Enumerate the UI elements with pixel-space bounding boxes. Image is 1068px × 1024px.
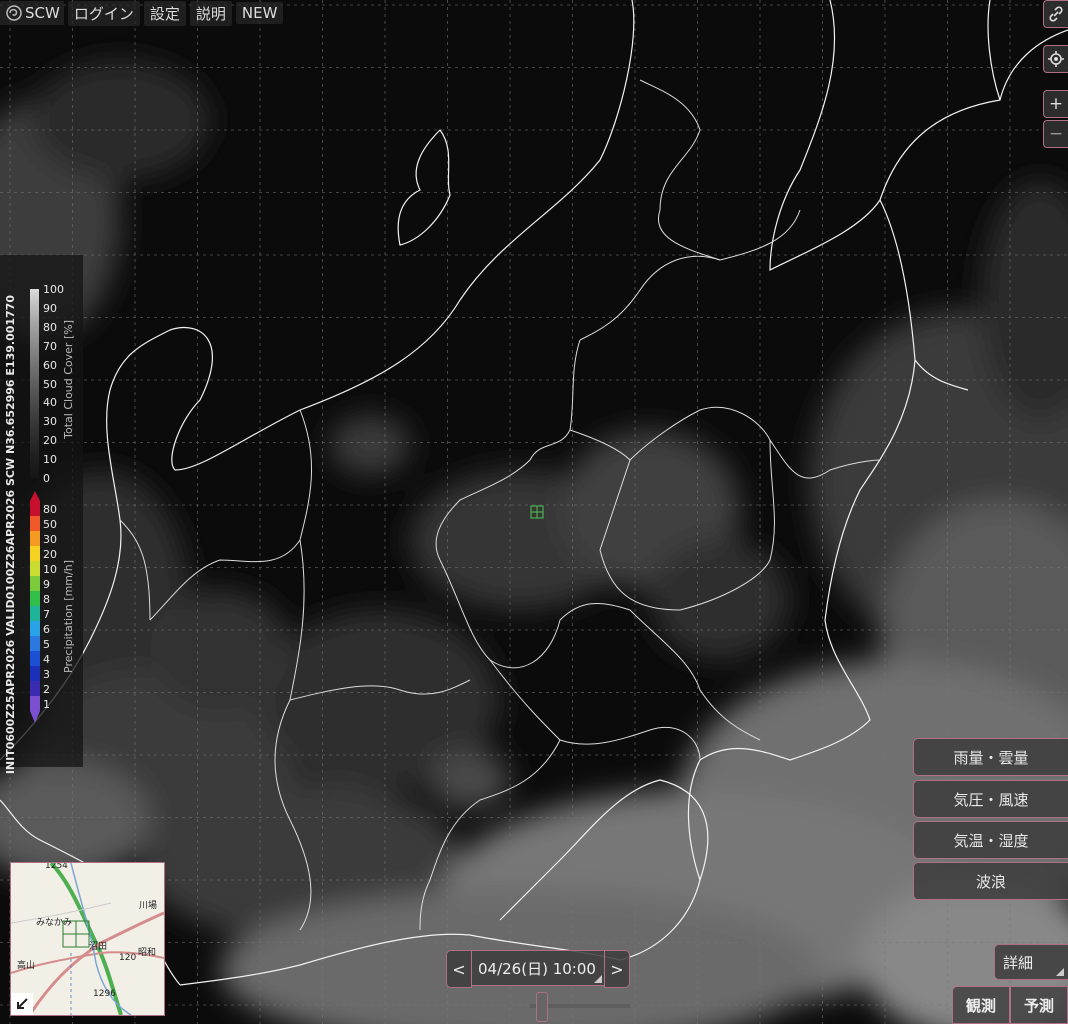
precip-bottom-cap: [30, 711, 40, 723]
cloud-tick-label: 30: [43, 415, 57, 429]
mode-tabs: 観測 予測: [952, 986, 1068, 1024]
cloud-tick-label: 100: [43, 283, 64, 296]
precip-tick-label: 5: [43, 637, 50, 651]
precip-color-segment: [30, 531, 40, 547]
locate-button[interactable]: [1043, 45, 1068, 73]
cloud-cover-label: Total Cloud Cover [%]: [62, 320, 75, 439]
cloud-tick-label: 90: [43, 301, 57, 315]
dropdown-corner-icon: [594, 975, 602, 983]
legend-panel: INIT0600Z25APR2026 VALID0100Z26APR2026 S…: [0, 255, 83, 774]
zoom-in-button[interactable]: +: [1043, 90, 1068, 118]
link-icon: [1049, 6, 1063, 22]
minimap-label-120: 120: [119, 953, 137, 963]
settings-menu[interactable]: 設定: [143, 0, 186, 26]
precip-color-segment: [30, 576, 40, 592]
cloud-tick-label: 50: [43, 377, 57, 391]
precip-colorbar: [30, 491, 40, 723]
time-selector: < 04/26(日) 10:00 >: [446, 950, 630, 988]
precip-tick-label: 2: [43, 682, 50, 696]
precip-color-segment: [30, 501, 40, 517]
precip-color-segment: [30, 591, 40, 607]
minimap-label-1254: 1254: [45, 862, 68, 871]
precip-tick-label: 20: [43, 547, 57, 561]
precip-color-segment: [30, 681, 40, 697]
precip-tick-label: 9: [43, 577, 50, 591]
precip-color-segment: [30, 606, 40, 622]
dropdown-corner-icon: [1056, 968, 1064, 976]
precip-tick-label: 8: [43, 592, 50, 606]
scw-logo[interactable]: SCW: [0, 1, 64, 25]
logo-text: SCW: [25, 4, 60, 22]
new-menu[interactable]: NEW: [235, 2, 284, 24]
precip-tick-label: 30: [43, 532, 57, 546]
swirl-logo-icon: [6, 5, 22, 21]
cloud-tick-label: 40: [43, 396, 57, 410]
time-slider[interactable]: [530, 990, 630, 1022]
minimap-label-kawaba: 川場: [139, 901, 158, 911]
run-info-text: INIT0600Z25APR2026 VALID0100Z26APR2026 S…: [4, 295, 17, 775]
cloud-tick-label: 10: [43, 453, 57, 467]
arrow-down-left-icon: [17, 998, 28, 1009]
share-link-button[interactable]: [1043, 0, 1068, 28]
minimap-label-numata: 沼田: [89, 942, 108, 952]
pressure-wind-layer-button[interactable]: 気圧・風速: [913, 780, 1068, 818]
minimap-collapse-button[interactable]: [11, 993, 33, 1015]
precip-tick-label: 6: [43, 622, 50, 636]
detail-label: 詳細: [1003, 953, 1034, 972]
overview-minimap[interactable]: 川場 みなかみ 沼田 昭和 高山 1296 1254 120: [10, 862, 165, 1016]
precip-color-segment: [30, 636, 40, 652]
precip-tick-label: 50: [43, 517, 57, 531]
detail-button[interactable]: 詳細: [994, 944, 1068, 980]
minimap-label-showa: 昭和: [138, 948, 157, 958]
precip-color-segment: [30, 621, 40, 637]
precip-color-segment: [30, 561, 40, 577]
zoom-out-button[interactable]: −: [1043, 120, 1068, 148]
cloud-tick-label: 70: [43, 339, 57, 353]
tab-forecast[interactable]: 予測: [1010, 986, 1068, 1024]
precip-tick-label: 7: [43, 607, 50, 621]
precip-color-segment: [30, 546, 40, 562]
time-value: 04/26(日) 10:00: [478, 959, 596, 978]
slider-handle[interactable]: [536, 992, 548, 1022]
precip-tick-label: 3: [43, 667, 50, 681]
cloud-tick-label: 0: [43, 472, 50, 485]
time-display[interactable]: 04/26(日) 10:00: [472, 950, 604, 986]
wave-layer-button[interactable]: 波浪: [913, 862, 1068, 900]
tab-observation[interactable]: 観測: [952, 986, 1010, 1024]
minimap-label-1296: 1296: [93, 989, 116, 999]
cloud-tick-label: 20: [43, 434, 57, 448]
precip-tick-label: 1: [43, 697, 50, 711]
help-menu[interactable]: 説明: [189, 0, 232, 26]
minimap-label-minakami: みなかみ: [36, 918, 73, 928]
precip-label: Precipitation [mm/h]: [62, 560, 75, 673]
temp-humidity-layer-button[interactable]: 気温・湿度: [913, 821, 1068, 859]
precip-color-segment: [30, 666, 40, 682]
login-menu[interactable]: ログイン: [67, 0, 140, 26]
precip-top-cap: [30, 491, 40, 501]
minimap-label-takayama: 高山: [17, 961, 36, 971]
precip-color-segment: [30, 516, 40, 532]
cloud-tick-label: 60: [43, 358, 57, 372]
precip-color-segment: [30, 696, 40, 712]
cloud-tick-label: 80: [43, 320, 57, 334]
crosshair-icon: [1048, 51, 1064, 67]
next-time-button[interactable]: >: [604, 950, 630, 988]
precip-tick-label: 80: [43, 502, 57, 516]
precip-tick-label: 4: [43, 652, 50, 666]
precip-tick-label: 10: [43, 562, 57, 576]
cloud-cover-colorbar: [30, 289, 39, 478]
precip-color-segment: [30, 651, 40, 667]
prev-time-button[interactable]: <: [446, 950, 472, 988]
minimap-roads: [11, 863, 164, 1015]
rain-cloud-layer-button[interactable]: 雨量・雲量: [913, 738, 1068, 776]
top-menu-bar: SCW ログイン 設定 説明 NEW: [0, 0, 284, 26]
